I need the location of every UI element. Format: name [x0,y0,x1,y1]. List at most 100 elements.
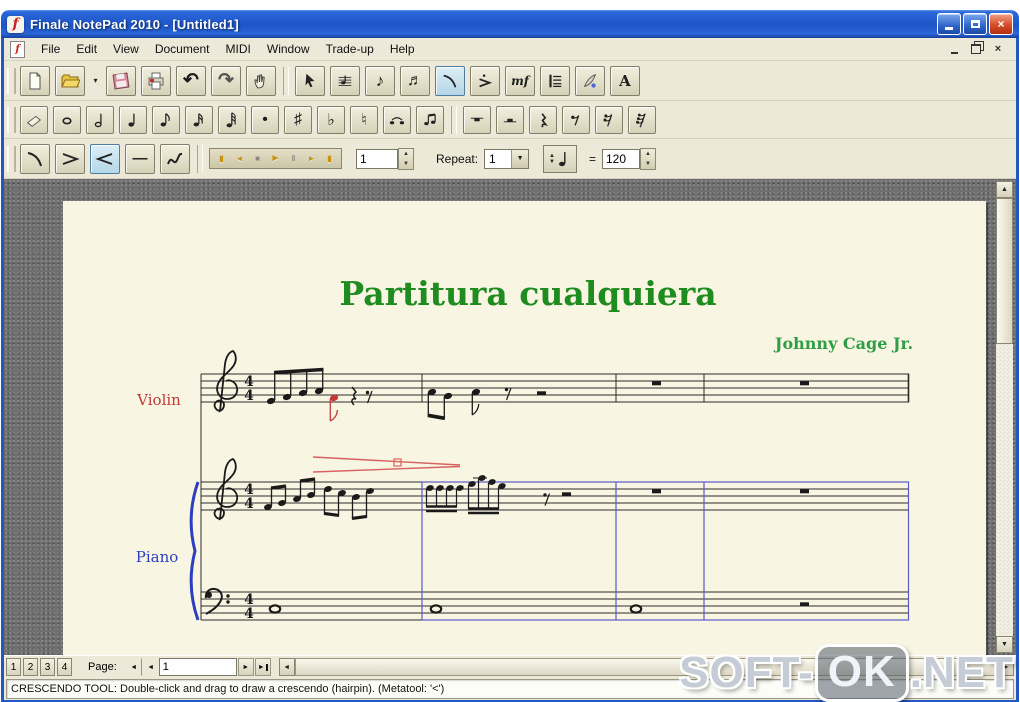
half-note-button[interactable] [86,105,114,134]
hairpin-handle[interactable] [393,458,402,467]
sixteenth-rest-button[interactable] [595,105,623,134]
repeat-tool-button[interactable] [540,65,570,96]
undo-button[interactable]: ↶ [176,65,206,96]
title-bar[interactable]: f Finale NotePad 2010 - [Untitled1] × [1,10,1019,38]
scroll-left-button[interactable]: ◄ [278,658,295,676]
smart-shape-tool-button[interactable] [435,65,465,96]
violin-notes-m2[interactable] [427,387,546,421]
menu-edit[interactable]: Edit [68,40,105,58]
vertical-scrollbar-thumb[interactable] [996,198,1013,344]
stop-icon: ■ [255,154,260,163]
play-button[interactable]: ► [267,151,284,166]
selected-hairpin[interactable] [312,456,461,473]
crescendo-button[interactable] [90,143,120,174]
save-button[interactable] [106,65,136,96]
toolbar-grip[interactable] [7,106,16,133]
menu-view[interactable]: View [105,40,147,58]
menu-file[interactable]: File [33,40,68,58]
staff-set-button-1[interactable]: 1 [6,658,21,676]
staff-set-button-2[interactable]: 2 [23,658,38,676]
mdi-close-button[interactable]: × [990,42,1006,56]
grace-note-button[interactable] [416,105,444,134]
score-page[interactable]: Partitura cualquiera Johnny Cage Jr. Vio… [63,201,986,655]
violin-whole-rest-m3[interactable] [652,381,661,386]
document-icon[interactable]: f [10,40,25,58]
print-button[interactable] [141,65,171,96]
mdi-restore-button[interactable] [968,42,984,56]
go-to-end-button[interactable]: ▮ [321,151,338,166]
line-button[interactable]: — [125,143,155,174]
hand-grabber-button[interactable] [246,65,276,96]
text-tool-button[interactable]: A [610,65,640,96]
sharp-button[interactable]: ♯ [284,105,312,134]
sixteenth-note-button[interactable] [185,105,213,134]
menu-midi[interactable]: MIDI [218,40,259,58]
eighth-note-button[interactable] [152,105,180,134]
open-dropdown-button[interactable]: ▾ [90,66,101,96]
tempo-note-button[interactable]: ▲ ▼ [543,144,577,173]
thirty-second-rest-button[interactable] [628,105,656,134]
menu-window[interactable]: Window [259,40,318,58]
eraser-button[interactable] [20,105,48,134]
tuplet-tool-button[interactable]: ♬ [400,65,430,96]
decrescendo-button[interactable] [55,143,85,174]
quarter-note-button[interactable] [119,105,147,134]
slur-button[interactable] [20,143,50,174]
piano-bass-notes[interactable] [268,602,809,614]
simple-entry-tool-button[interactable]: ♪ [365,65,395,96]
menu-help[interactable]: Help [382,40,423,58]
next-page-button[interactable]: ► [237,658,254,676]
minimize-button[interactable] [937,13,961,35]
whole-rest-button[interactable] [463,105,491,134]
close-button[interactable]: × [989,13,1013,35]
augmentation-dot-button[interactable]: • [251,105,279,134]
vertical-scrollbar[interactable]: ▲ ▼ [996,181,1013,653]
rewind-button[interactable]: ◄ [231,151,248,166]
half-rest-button[interactable] [496,105,524,134]
measure-spinner[interactable]: ▲ ▼ [398,147,414,170]
redo-button[interactable]: ↷ [211,65,241,96]
articulation-tool-button[interactable] [470,65,500,96]
scroll-up-button[interactable]: ▲ [996,181,1013,198]
toolbar-grip[interactable] [7,67,16,94]
maximize-button[interactable] [963,13,987,35]
menu-trade-up[interactable]: Trade-up [318,40,382,58]
new-button[interactable] [20,65,50,96]
pause-button[interactable]: ‖ [285,151,302,166]
thirty-second-note-button[interactable] [218,105,246,134]
go-to-start-button[interactable]: ▮ [213,151,230,166]
measure-number-field[interactable] [356,148,398,169]
flat-button[interactable]: ♭ [317,105,345,134]
glissando-button[interactable] [160,143,190,174]
selection-tool-button[interactable] [295,65,325,96]
quarter-rest-button[interactable] [529,105,557,134]
previous-page-button[interactable]: ◄ [142,658,159,676]
forward-button[interactable]: ► [303,151,320,166]
whole-note-button[interactable] [53,105,81,134]
piano-treble-whole-rest-m3[interactable] [652,489,661,494]
page-number-input[interactable] [158,658,237,676]
expression-tool-button[interactable]: mf [505,65,535,96]
staff-tool-button[interactable] [330,65,360,96]
repeat-dropdown[interactable]: 1 ▼ [484,148,530,169]
natural-button[interactable]: ♮ [350,105,378,134]
violin-whole-rest-m4[interactable] [800,381,809,386]
mdi-minimize-button[interactable] [946,42,962,56]
last-page-button[interactable]: ► [254,658,271,676]
staff-set-button-4[interactable]: 4 [57,658,72,676]
eighth-rest-button[interactable] [562,105,590,134]
tempo-field[interactable] [602,148,640,169]
lyrics-tool-button[interactable] [575,65,605,96]
open-button[interactable] [55,65,85,96]
tempo-spinner[interactable]: ▲ ▼ [640,147,656,170]
piano-treble-notes-m1[interactable] [263,477,374,520]
staff-set-button-3[interactable]: 3 [40,658,55,676]
tie-button[interactable] [383,105,411,134]
svg-text:4: 4 [244,388,254,404]
first-page-button[interactable]: ◄ [125,658,142,676]
menu-document[interactable]: Document [147,40,218,58]
toolbar-grip[interactable] [7,145,16,172]
piano-treble-notes-m2[interactable] [425,474,571,515]
stop-button[interactable]: ■ [249,151,266,166]
piano-treble-whole-rest-m4[interactable] [800,489,809,494]
